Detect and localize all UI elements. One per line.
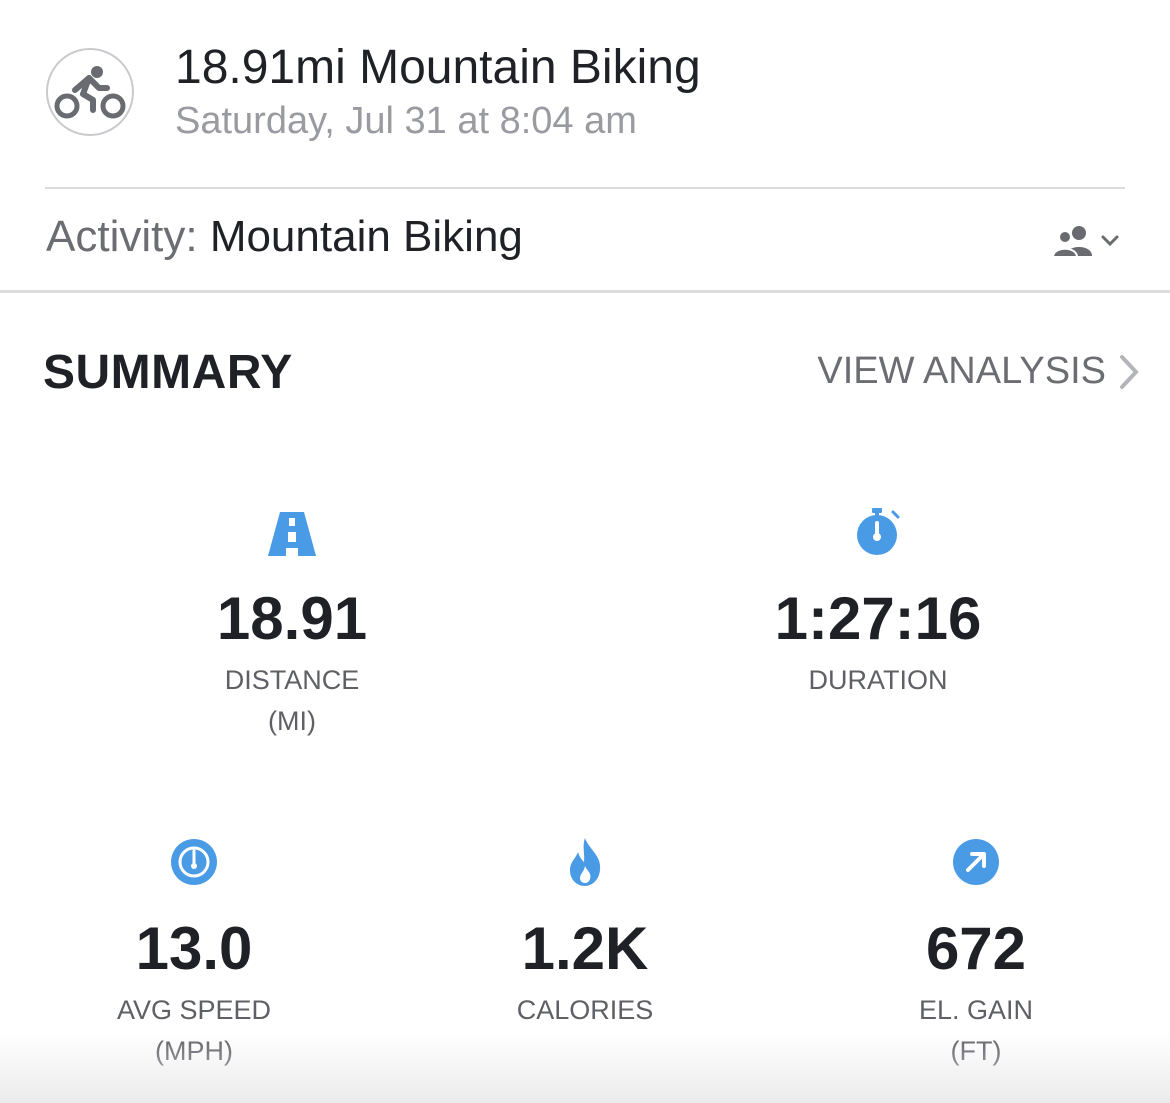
- activity-type-label: Activity:: [46, 212, 198, 261]
- activity-header: 18.91mi Mountain Biking Saturday, Jul 31…: [0, 0, 1170, 190]
- activity-date: Saturday, Jul 31 at 8:04 am: [175, 100, 637, 142]
- chevron-right-icon: [1120, 354, 1139, 389]
- flame-icon: [570, 838, 601, 886]
- calories-label: CALORIES: [516, 995, 654, 1025]
- summary-heading: SUMMARY: [43, 346, 293, 399]
- avg-speed-value: 13.0: [135, 915, 253, 982]
- divider: [0, 290, 1170, 293]
- distance-value: 18.91: [216, 585, 368, 652]
- speedometer-icon: [171, 839, 217, 885]
- stopwatch-icon: [857, 508, 900, 555]
- distance-unit: (MI): [268, 706, 316, 736]
- elevation-gain-value: 672: [925, 915, 1027, 982]
- view-analysis-label: VIEW ANALYSIS: [817, 350, 1106, 392]
- stat-elevation-gain: 672 EL. GAIN (FT): [826, 836, 1126, 1074]
- arrow-up-right-icon: [953, 839, 999, 885]
- stat-distance: 18.91 DISTANCE (MI): [142, 506, 442, 744]
- activity-type-value: Mountain Biking: [209, 212, 523, 261]
- road-icon: [268, 512, 316, 556]
- stat-duration: 1:27:16 DURATION: [728, 506, 1028, 698]
- avg-speed-label: AVG SPEED: [116, 995, 272, 1025]
- duration-label: DURATION: [808, 665, 948, 695]
- duration-value: 1:27:16: [774, 585, 982, 652]
- chevron-down-icon: [1101, 235, 1119, 247]
- bicycle-icon: [46, 48, 134, 136]
- stat-avg-speed: 13.0 AVG SPEED (MPH): [44, 836, 344, 1074]
- elevation-gain-unit: (FT): [950, 1036, 1002, 1066]
- avg-speed-unit: (MPH): [155, 1036, 233, 1066]
- stat-calories: 1.2K CALORIES: [435, 836, 735, 1028]
- friends-icon: [1052, 226, 1092, 258]
- elevation-gain-label: EL. GAIN: [918, 995, 1034, 1025]
- activity-title: 18.91mi Mountain Biking: [175, 41, 701, 94]
- activity-type-row[interactable]: Activity: Mountain Biking: [0, 190, 1170, 290]
- calories-value: 1.2K: [521, 915, 649, 982]
- view-analysis-link[interactable]: VIEW ANALYSIS: [817, 350, 1140, 393]
- privacy-selector[interactable]: [1052, 224, 1120, 258]
- distance-label: DISTANCE: [224, 665, 360, 695]
- divider: [45, 187, 1125, 189]
